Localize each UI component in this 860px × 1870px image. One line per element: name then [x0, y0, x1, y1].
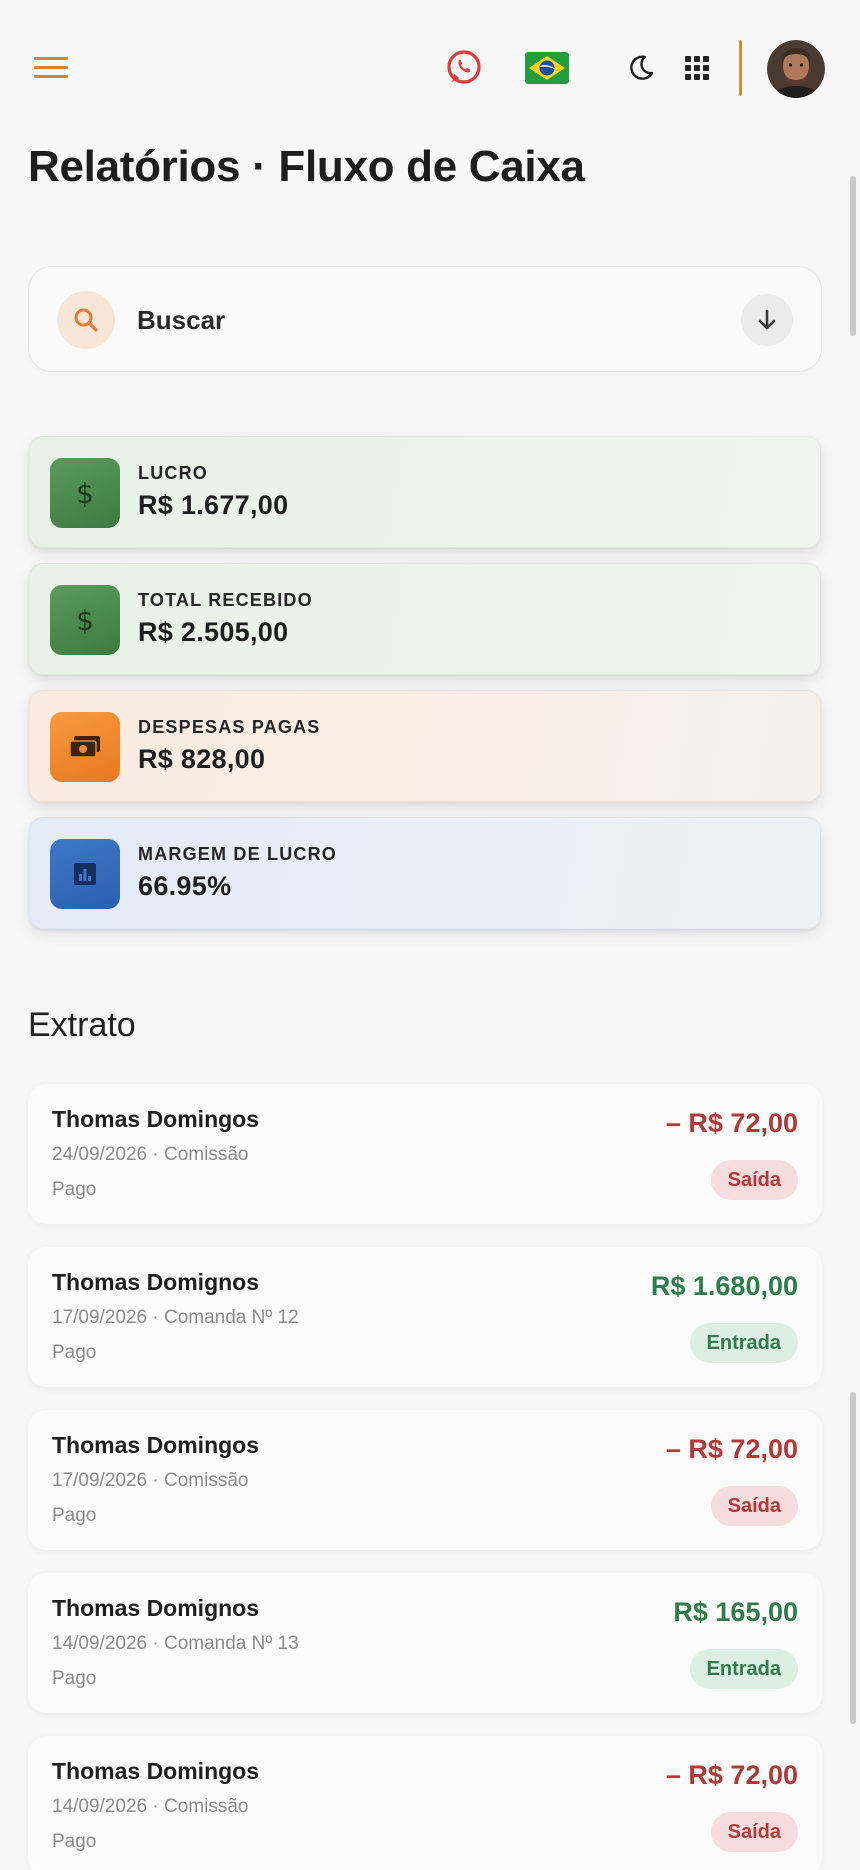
- received-value: R$ 2.505,00: [138, 617, 289, 647]
- row-type-badge: Saída: [710, 1812, 798, 1852]
- row-amount: – R$ 72,00: [665, 1760, 798, 1790]
- brazil-flag-icon[interactable]: [524, 51, 570, 85]
- menu-icon[interactable]: [34, 56, 68, 80]
- statement-row[interactable]: Thomas Domingos 14/09/2026 · Comissão Pa…: [28, 1736, 822, 1870]
- row-amount: – R$ 72,00: [665, 1434, 798, 1464]
- row-name: Thomas Domignos: [52, 1269, 260, 1295]
- received-card: $ TOTAL RECEBIDO R$ 2.505,00: [29, 563, 821, 675]
- row-type-badge: Entrada: [689, 1649, 798, 1689]
- profit-card: $ LUCRO R$ 1.677,00: [29, 436, 821, 548]
- row-name: Thomas Domingos: [52, 1432, 260, 1458]
- expenses-value: R$ 828,00: [138, 744, 266, 774]
- row-meta: 14/09/2026 · Comissão: [52, 1796, 249, 1817]
- row-amount: R$ 1.680,00: [650, 1271, 798, 1301]
- whatsapp-icon[interactable]: [444, 48, 484, 88]
- scrollbar-thumb[interactable]: [850, 176, 856, 336]
- row-meta: 14/09/2026 · Comanda Nº 13: [52, 1633, 299, 1654]
- dollar-icon: $: [50, 458, 120, 528]
- row-meta: 17/09/2026 · Comissão: [52, 1470, 249, 1491]
- search-bar[interactable]: Buscar: [28, 266, 822, 372]
- search-label: Buscar: [137, 305, 226, 335]
- expenses-card: DESPESAS PAGAS R$ 828,00: [29, 690, 821, 802]
- row-status: Pago: [52, 1179, 97, 1200]
- row-amount: – R$ 72,00: [665, 1108, 798, 1138]
- expenses-label: DESPESAS PAGAS: [138, 717, 321, 737]
- row-status: Pago: [52, 1342, 97, 1363]
- profit-label: LUCRO: [138, 463, 208, 483]
- search-icon: [57, 291, 115, 349]
- bar-chart-icon: [50, 839, 120, 909]
- row-status: Pago: [52, 1831, 97, 1852]
- statement-row[interactable]: Thomas Domignos 17/09/2026 · Comanda Nº …: [28, 1247, 822, 1387]
- statement-row[interactable]: Thomas Domignos 14/09/2026 · Comanda Nº …: [28, 1573, 822, 1713]
- avatar[interactable]: [767, 40, 825, 98]
- row-name: Thomas Domingos: [52, 1758, 260, 1784]
- margin-label: MARGEM DE LUCRO: [138, 844, 337, 864]
- row-name: Thomas Domignos: [52, 1595, 260, 1621]
- top-bar: [0, 0, 860, 140]
- row-meta: 24/09/2026 · Comissão: [52, 1144, 249, 1165]
- dollar-icon: $: [50, 585, 120, 655]
- row-type-badge: Saída: [710, 1486, 798, 1526]
- header-divider: [739, 40, 742, 96]
- statement-row[interactable]: Thomas Domingos 17/09/2026 · Comissão Pa…: [28, 1410, 822, 1550]
- margin-value: 66.95%: [138, 871, 232, 901]
- profit-value: R$ 1.677,00: [138, 490, 289, 520]
- statement-row[interactable]: Thomas Domingos 24/09/2026 · Comissão Pa…: [28, 1084, 822, 1224]
- row-status: Pago: [52, 1505, 97, 1526]
- row-type-badge: Entrada: [689, 1323, 798, 1363]
- arrow-down-icon[interactable]: [741, 294, 793, 346]
- page-title: Relatórios · Fluxo de Caixa: [28, 142, 585, 191]
- row-name: Thomas Domingos: [52, 1106, 260, 1132]
- cash-icon: [50, 712, 120, 782]
- apps-grid-icon[interactable]: [682, 48, 712, 88]
- moon-icon[interactable]: [624, 48, 658, 88]
- row-type-badge: Saída: [710, 1160, 798, 1200]
- scrollbar-thumb[interactable]: [850, 1392, 856, 1724]
- received-label: TOTAL RECEBIDO: [138, 590, 313, 610]
- row-meta: 17/09/2026 · Comanda Nº 12: [52, 1307, 299, 1328]
- row-amount: R$ 165,00: [673, 1597, 798, 1627]
- margin-card: MARGEM DE LUCRO 66.95%: [29, 817, 821, 929]
- statement-title: Extrato: [28, 1006, 136, 1044]
- row-status: Pago: [52, 1668, 97, 1689]
